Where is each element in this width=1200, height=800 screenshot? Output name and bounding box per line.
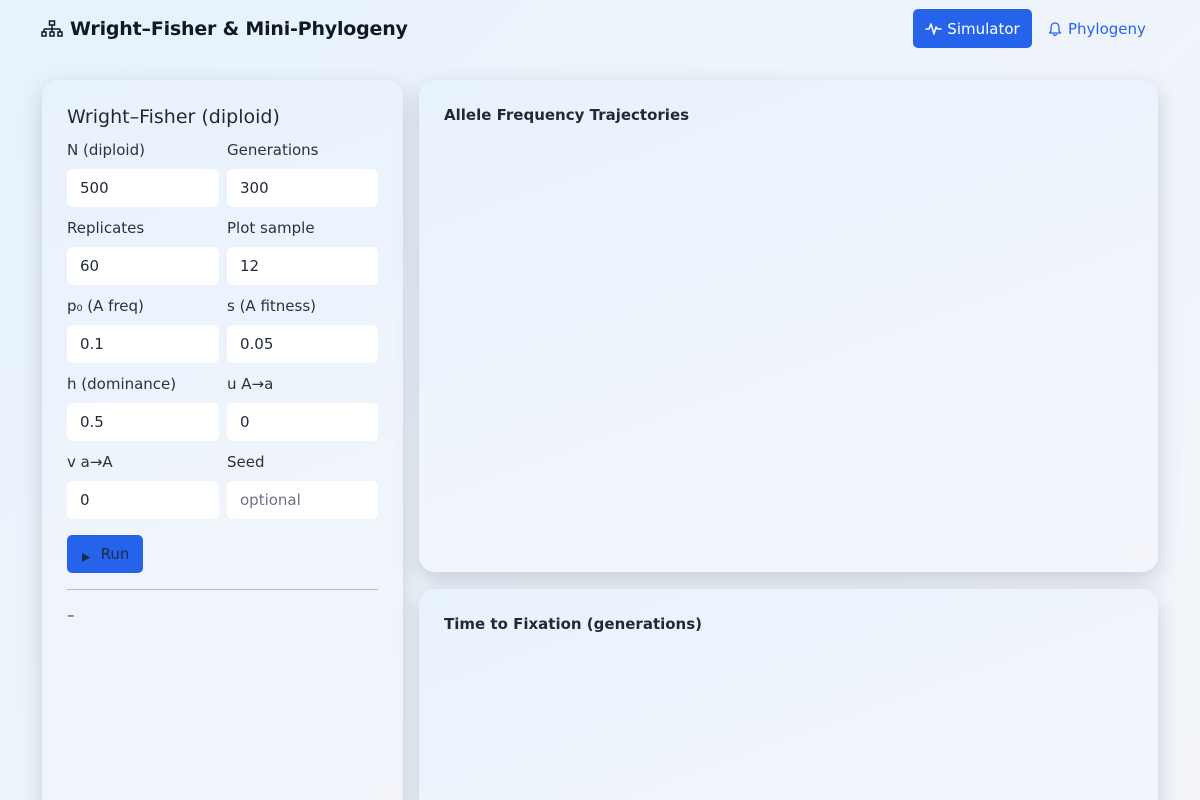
u-input[interactable] [227, 403, 378, 441]
generations-input[interactable] [227, 169, 378, 207]
p0-label: p₀ (A freq) [67, 297, 144, 315]
fixation-chart-title: Time to Fixation (generations) [444, 615, 703, 633]
v-input[interactable] [67, 481, 219, 519]
trajectories-chart-area [444, 136, 1133, 552]
brand: Wright–Fisher & Mini-Phylogeny [41, 17, 408, 41]
n-label: N (diploid) [67, 141, 145, 159]
activity-pulse-icon [925, 21, 943, 36]
plot-sample-input[interactable] [227, 247, 378, 285]
seed-input[interactable] [227, 481, 378, 519]
h-input[interactable] [67, 403, 219, 441]
nav-phylogeny-label: Phylogeny [1068, 19, 1146, 38]
run-button[interactable]: Run [67, 535, 143, 573]
n-input[interactable] [67, 169, 219, 207]
h-label: h (dominance) [67, 375, 177, 393]
top-bar: Wright–Fisher & Mini-Phylogeny Simulator… [0, 0, 1200, 60]
u-label: u A→a [227, 375, 274, 393]
run-button-label: Run [100, 545, 130, 563]
s-label: s (A fitness) [227, 297, 317, 315]
generations-label: Generations [227, 141, 319, 159]
seed-label: Seed [227, 453, 265, 471]
network-tree-icon [41, 20, 63, 38]
replicates-label: Replicates [67, 219, 145, 237]
trajectories-chart-card: Allele Frequency Trajectories [419, 80, 1158, 572]
result-summary: – [67, 606, 75, 624]
nav-simulator-label: Simulator [947, 19, 1020, 38]
nav-phylogeny-link[interactable]: Phylogeny [1047, 9, 1152, 48]
plot-sample-label: Plot sample [227, 219, 315, 237]
app-title: Wright–Fisher & Mini-Phylogeny [70, 18, 408, 40]
replicates-input[interactable] [67, 247, 219, 285]
panel-title: Wright–Fisher (diploid) [67, 106, 280, 128]
divider [67, 589, 378, 590]
s-input[interactable] [227, 325, 378, 363]
p0-input[interactable] [67, 325, 219, 363]
fixation-chart-card: Time to Fixation (generations) [419, 589, 1158, 800]
parameters-panel: Wright–Fisher (diploid) N (diploid) Gene… [42, 80, 403, 800]
fixation-chart-area [444, 645, 1133, 800]
nav-simulator-button[interactable]: Simulator [913, 9, 1032, 48]
bell-icon [1047, 21, 1063, 37]
trajectories-chart-title: Allele Frequency Trajectories [444, 106, 690, 124]
v-label: v a→A [67, 453, 113, 471]
play-icon [81, 549, 91, 562]
